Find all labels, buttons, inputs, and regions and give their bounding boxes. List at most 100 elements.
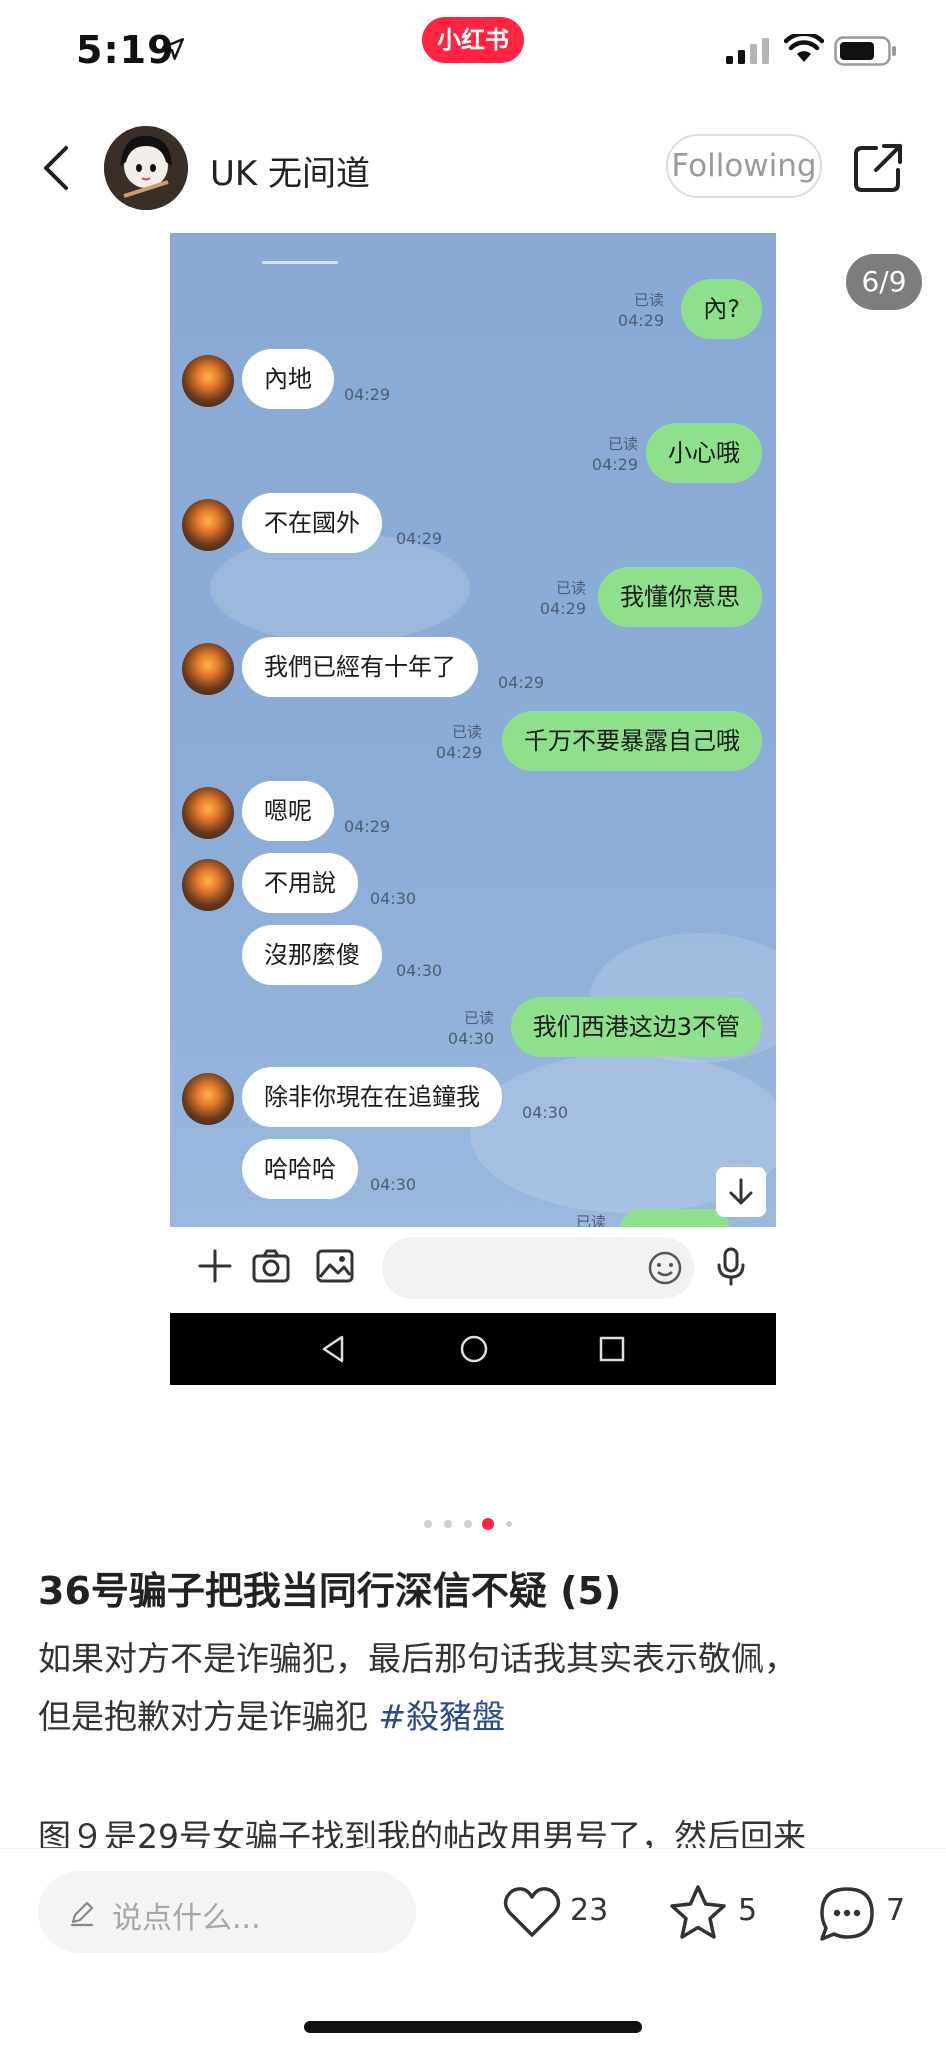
post-body: 如果对方不是诈骗犯，最后那句话我其实表示敬佩， 但是抱歉对方是诈骗犯 #殺豬盤 bbox=[38, 1630, 918, 1746]
message-bubble: 嗯呢 bbox=[242, 781, 334, 841]
hashtag-link[interactable]: #殺豬盤 bbox=[379, 1697, 506, 1736]
message-time: 04:29 bbox=[396, 529, 443, 548]
message-time: 04:29 bbox=[539, 599, 586, 618]
chat-message-in: 沒那麼傻 04:30 bbox=[170, 925, 776, 989]
carousel-dots bbox=[420, 1516, 520, 1530]
app-badge: 小红书 bbox=[422, 17, 524, 63]
collect-button[interactable]: 5 bbox=[668, 1883, 764, 1943]
message-time: 04:30 bbox=[522, 1103, 569, 1122]
star-icon bbox=[670, 1885, 726, 1939]
read-receipt: 已读 bbox=[576, 1213, 607, 1227]
sender-avatar bbox=[182, 499, 234, 551]
comment-count: 7 bbox=[886, 1893, 906, 1928]
wifi-icon bbox=[784, 34, 824, 62]
carousel-dot bbox=[444, 1520, 452, 1528]
emoji-icon bbox=[648, 1251, 682, 1285]
arrow-down-icon bbox=[729, 1178, 753, 1205]
image-counter: 6/9 bbox=[846, 254, 922, 310]
message-time: 04:29 bbox=[498, 673, 545, 692]
comment-icon bbox=[820, 1887, 874, 1941]
chat-message-in: 哈哈哈 04:30 bbox=[170, 1139, 776, 1203]
like-button[interactable]: 23 bbox=[502, 1883, 620, 1943]
post-body-line: 如果对方不是诈骗犯，最后那句话我其实表示敬佩， bbox=[38, 1639, 797, 1678]
message-time: 04:29 bbox=[344, 385, 391, 404]
author-name[interactable]: UK 无间道 bbox=[210, 146, 370, 195]
chat-handle bbox=[262, 261, 338, 264]
battery-icon bbox=[834, 36, 896, 66]
message-time: 04:29 bbox=[435, 743, 482, 762]
chat-input-bar bbox=[170, 1227, 776, 1309]
message-bubble: 內? bbox=[681, 279, 762, 339]
message-bubble: 不在國外 bbox=[242, 493, 382, 553]
message-bubble: 我们西港这边3不管 bbox=[510, 997, 762, 1057]
android-nav-bar bbox=[170, 1313, 776, 1385]
carousel-dot-active bbox=[482, 1518, 494, 1530]
chat-message-in: 嗯呢 04:29 bbox=[170, 781, 776, 845]
read-receipt: 已读 bbox=[607, 435, 638, 453]
sender-avatar bbox=[182, 643, 234, 695]
message-time: 04:30 bbox=[370, 889, 417, 908]
nav-home-icon bbox=[460, 1335, 488, 1363]
sender-avatar bbox=[182, 355, 234, 407]
follow-button[interactable]: Following bbox=[666, 134, 822, 198]
message-time: 04:30 bbox=[447, 1029, 494, 1048]
status-bar: 5:19 小红书 bbox=[0, 0, 946, 100]
post-body-text: 但是抱歉对方是诈骗犯 bbox=[38, 1697, 379, 1736]
post-body-line: 但是抱歉对方是诈骗犯 #殺豬盤 bbox=[38, 1688, 918, 1746]
message-bubble: 不用說 bbox=[242, 853, 358, 913]
message-time: 04:30 bbox=[396, 961, 443, 980]
back-chevron-icon[interactable] bbox=[28, 138, 88, 198]
partial-message-bubble bbox=[620, 1209, 730, 1227]
sender-avatar bbox=[182, 859, 234, 911]
scroll-down-button[interactable] bbox=[716, 1167, 766, 1217]
post-body-continued: 图９是29号女骗子找到我的帖改用男号了，然后回来 bbox=[38, 1817, 806, 1852]
read-receipt: 已读 bbox=[463, 1009, 494, 1027]
read-receipt: 已读 bbox=[633, 291, 664, 309]
chat-message-out: 內? 已读 04:29 bbox=[170, 279, 776, 343]
message-bubble: 我懂你意思 bbox=[598, 567, 762, 627]
message-time: 04:29 bbox=[344, 817, 391, 836]
read-receipt: 已读 bbox=[451, 723, 482, 741]
sender-avatar bbox=[182, 787, 234, 839]
pencil-icon bbox=[70, 1901, 94, 1927]
message-bubble: 小心哦 bbox=[646, 423, 762, 483]
engagement-bar: 说点什么... 23 5 7 bbox=[0, 1848, 946, 2048]
nav-recents-icon bbox=[599, 1336, 625, 1362]
carousel-dot bbox=[424, 1520, 432, 1528]
carousel-dot bbox=[464, 1520, 472, 1528]
plus-icon bbox=[198, 1249, 232, 1283]
mic-icon bbox=[717, 1247, 745, 1286]
chat-message-out: 我们西港这边3不管 已读 04:30 bbox=[170, 997, 776, 1061]
message-bubble: 沒那麼傻 bbox=[242, 925, 382, 985]
avatar-image bbox=[104, 126, 188, 210]
read-receipt: 已读 bbox=[555, 579, 586, 597]
sender-avatar bbox=[182, 1073, 234, 1125]
share-icon[interactable] bbox=[850, 140, 906, 196]
carousel-dot bbox=[506, 1521, 512, 1527]
comment-button[interactable]: 7 bbox=[816, 1883, 916, 1943]
chat-message-in: 除非你現在在追鐘我 04:30 bbox=[170, 1067, 776, 1131]
author-avatar[interactable] bbox=[104, 126, 188, 210]
like-count: 23 bbox=[570, 1893, 609, 1928]
message-bubble: 除非你現在在追鐘我 bbox=[242, 1067, 502, 1127]
chat-message-in: 不在國外 04:29 bbox=[170, 493, 776, 557]
post-image[interactable]: 內? 已读 04:29 內地 04:29 小心哦 已读 04:29 不在國外 0… bbox=[170, 233, 776, 1385]
comment-placeholder: 说点什么... bbox=[112, 1901, 261, 1936]
post-title: 36号骗子把我当同行深信不疑 (5) bbox=[38, 1569, 622, 1613]
chat-message-in: 內地 04:29 bbox=[170, 349, 776, 413]
chat-message-in: 不用說 04:30 bbox=[170, 853, 776, 917]
message-bubble: 千万不要暴露自己哦 bbox=[502, 711, 762, 771]
message-bubble: 我們已經有十年了 bbox=[242, 637, 478, 697]
heart-icon bbox=[503, 1887, 561, 1937]
comment-input[interactable]: 说点什么... bbox=[38, 1871, 416, 1953]
collect-count: 5 bbox=[738, 1893, 758, 1928]
chat-message-out: 小心哦 已读 04:29 bbox=[170, 423, 776, 487]
image-icon bbox=[316, 1249, 354, 1283]
message-bubble: 內地 bbox=[242, 349, 334, 409]
location-arrow-icon bbox=[162, 38, 184, 60]
message-time: 04:29 bbox=[617, 311, 664, 330]
message-time: 04:30 bbox=[370, 1175, 417, 1194]
chat-message-out: 我懂你意思 已读 04:29 bbox=[170, 567, 776, 631]
camera-icon bbox=[252, 1249, 290, 1283]
message-time: 04:29 bbox=[591, 455, 638, 474]
